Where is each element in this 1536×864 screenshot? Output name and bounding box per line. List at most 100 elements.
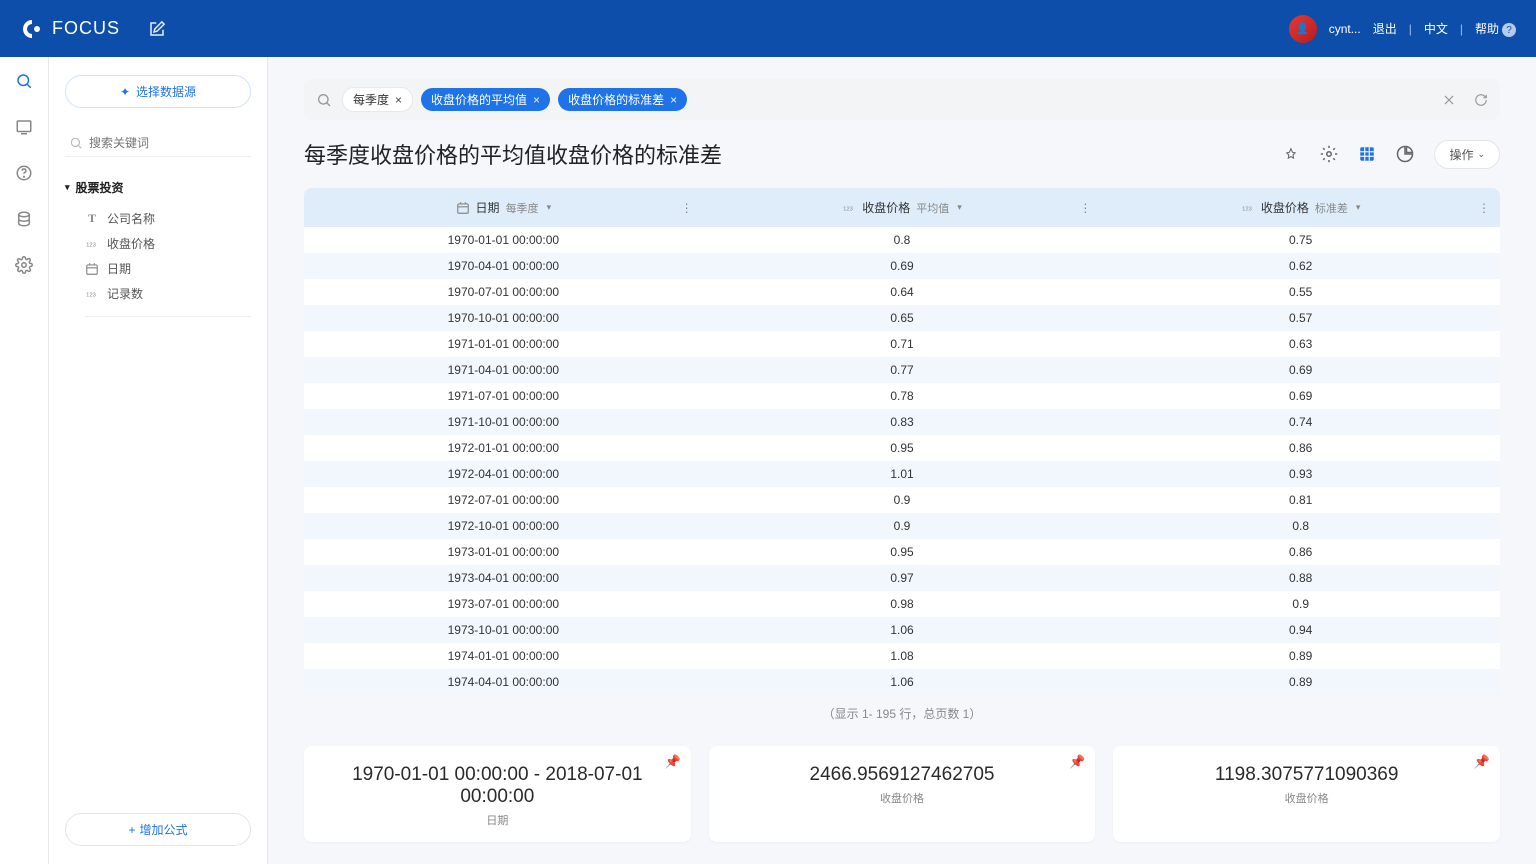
table-cell[interactable]: 0.9 bbox=[703, 513, 1102, 539]
table-cell[interactable]: 0.69 bbox=[1101, 383, 1500, 409]
edit-icon[interactable] bbox=[148, 20, 166, 38]
table-cell[interactable]: 1972-07-01 00:00:00 bbox=[304, 487, 703, 513]
table-cell[interactable]: 0.98 bbox=[703, 591, 1102, 617]
chip-remove-icon[interactable]: × bbox=[670, 93, 677, 107]
logo[interactable]: FOCUS bbox=[20, 17, 120, 41]
select-datasource-button[interactable]: ✦ 选择数据源 bbox=[65, 75, 251, 108]
operations-button[interactable]: 操作 ⌄ bbox=[1434, 140, 1500, 169]
rail-board-icon[interactable] bbox=[14, 117, 34, 137]
user-name[interactable]: cynt... bbox=[1329, 22, 1361, 36]
table-cell[interactable]: 1974-01-01 00:00:00 bbox=[304, 643, 703, 669]
avatar[interactable]: 👤 bbox=[1289, 15, 1317, 43]
settings-icon[interactable] bbox=[1320, 145, 1338, 163]
summary-card[interactable]: 📌1198.3075771090369收盘价格 bbox=[1113, 746, 1500, 842]
table-cell[interactable]: 1971-07-01 00:00:00 bbox=[304, 383, 703, 409]
table-cell[interactable]: 0.57 bbox=[1101, 305, 1500, 331]
table-cell[interactable]: 0.86 bbox=[1101, 539, 1500, 565]
table-cell[interactable]: 1974-04-01 00:00:00 bbox=[304, 669, 703, 695]
table-cell[interactable]: 0.95 bbox=[703, 539, 1102, 565]
summary-card[interactable]: 📌1970-01-01 00:00:00 - 2018-07-01 00:00:… bbox=[304, 746, 691, 842]
table-cell[interactable]: 1973-07-01 00:00:00 bbox=[304, 591, 703, 617]
table-cell[interactable]: 1973-04-01 00:00:00 bbox=[304, 565, 703, 591]
table-cell[interactable]: 0.75 bbox=[1101, 227, 1500, 253]
column-menu-icon[interactable]: ⋮ bbox=[1478, 201, 1490, 215]
table-cell[interactable]: 0.8 bbox=[703, 227, 1102, 253]
refresh-icon[interactable] bbox=[1474, 93, 1488, 107]
table-cell[interactable]: 1973-10-01 00:00:00 bbox=[304, 617, 703, 643]
table-cell[interactable]: 0.9 bbox=[703, 487, 1102, 513]
table-cell[interactable]: 0.69 bbox=[703, 253, 1102, 279]
pin-icon[interactable]: 📌 bbox=[1069, 754, 1085, 770]
table-cell[interactable]: 0.69 bbox=[1101, 357, 1500, 383]
table-cell[interactable]: 1973-01-01 00:00:00 bbox=[304, 539, 703, 565]
table-cell[interactable]: 0.9 bbox=[1101, 591, 1500, 617]
table-cell[interactable]: 1972-01-01 00:00:00 bbox=[304, 435, 703, 461]
pin-icon[interactable] bbox=[1282, 145, 1300, 163]
pin-icon[interactable]: 📌 bbox=[664, 754, 680, 770]
table-cell[interactable]: 0.89 bbox=[1101, 643, 1500, 669]
table-cell[interactable]: 0.63 bbox=[1101, 331, 1500, 357]
table-cell[interactable]: 0.83 bbox=[703, 409, 1102, 435]
lang-link[interactable]: 中文 bbox=[1424, 20, 1448, 37]
table-cell[interactable]: 1970-07-01 00:00:00 bbox=[304, 279, 703, 305]
tree-leaf[interactable]: 123收盘价格 bbox=[65, 231, 251, 256]
table-cell[interactable]: 0.71 bbox=[703, 331, 1102, 357]
table-cell[interactable]: 0.97 bbox=[703, 565, 1102, 591]
table-cell[interactable]: 0.81 bbox=[1101, 487, 1500, 513]
column-header[interactable]: 123收盘价格 标准差▾⋮ bbox=[1101, 188, 1500, 227]
help-link[interactable]: 帮助? bbox=[1475, 20, 1516, 38]
table-cell[interactable]: 0.89 bbox=[1101, 669, 1500, 695]
chip-remove-icon[interactable]: × bbox=[395, 93, 402, 107]
column-menu-icon[interactable]: ⋮ bbox=[1079, 201, 1091, 215]
table-cell[interactable]: 1970-10-01 00:00:00 bbox=[304, 305, 703, 331]
table-cell[interactable]: 0.95 bbox=[703, 435, 1102, 461]
logout-link[interactable]: 退出 bbox=[1373, 20, 1397, 37]
table-cell[interactable]: 0.74 bbox=[1101, 409, 1500, 435]
table-cell[interactable]: 1970-01-01 00:00:00 bbox=[304, 227, 703, 253]
table-cell[interactable]: 1.08 bbox=[703, 643, 1102, 669]
table-cell[interactable]: 1971-10-01 00:00:00 bbox=[304, 409, 703, 435]
column-menu-icon[interactable]: ⋮ bbox=[681, 201, 693, 215]
rail-data-icon[interactable] bbox=[14, 209, 34, 229]
query-chip[interactable]: 每季度× bbox=[342, 87, 413, 112]
chart-view-icon[interactable] bbox=[1396, 145, 1414, 163]
sidebar-search-input[interactable] bbox=[65, 130, 251, 157]
tree-leaf[interactable]: 123记录数 bbox=[65, 281, 251, 306]
add-formula-button[interactable]: + 增加公式 bbox=[65, 813, 251, 846]
table-cell[interactable]: 1.06 bbox=[703, 617, 1102, 643]
table-row: 1973-10-01 00:00:001.060.94 bbox=[304, 617, 1500, 643]
table-cell[interactable]: 0.62 bbox=[1101, 253, 1500, 279]
table-cell[interactable]: 0.55 bbox=[1101, 279, 1500, 305]
table-cell[interactable]: 0.93 bbox=[1101, 461, 1500, 487]
table-cell[interactable]: 1972-10-01 00:00:00 bbox=[304, 513, 703, 539]
rail-search-icon[interactable] bbox=[14, 71, 34, 91]
table-cell[interactable]: 1.06 bbox=[703, 669, 1102, 695]
rail-settings-icon[interactable] bbox=[14, 255, 34, 275]
table-cell[interactable]: 0.94 bbox=[1101, 617, 1500, 643]
table-cell[interactable]: 0.86 bbox=[1101, 435, 1500, 461]
column-header[interactable]: 123收盘价格 平均值▾⋮ bbox=[703, 188, 1102, 227]
table-cell[interactable]: 1.01 bbox=[703, 461, 1102, 487]
tree-root[interactable]: ▾ 股票投资 bbox=[65, 175, 251, 200]
table-cell[interactable]: 0.78 bbox=[703, 383, 1102, 409]
table-view-icon[interactable] bbox=[1358, 145, 1376, 163]
table-cell[interactable]: 1971-01-01 00:00:00 bbox=[304, 331, 703, 357]
table-cell[interactable]: 1970-04-01 00:00:00 bbox=[304, 253, 703, 279]
table-cell[interactable]: 0.65 bbox=[703, 305, 1102, 331]
table-cell[interactable]: 0.64 bbox=[703, 279, 1102, 305]
tree-leaf[interactable]: T公司名称 bbox=[65, 206, 251, 231]
table-cell[interactable]: 0.77 bbox=[703, 357, 1102, 383]
tree-leaf[interactable]: 日期 bbox=[65, 256, 251, 281]
table-cell[interactable]: 1971-04-01 00:00:00 bbox=[304, 357, 703, 383]
summary-card[interactable]: 📌2466.9569127462705收盘价格 bbox=[709, 746, 1096, 842]
clear-icon[interactable] bbox=[1442, 93, 1456, 107]
table-cell[interactable]: 0.8 bbox=[1101, 513, 1500, 539]
column-header[interactable]: 日期 每季度▾⋮ bbox=[304, 188, 703, 227]
chip-remove-icon[interactable]: × bbox=[533, 93, 540, 107]
query-chip[interactable]: 收盘价格的平均值× bbox=[421, 88, 550, 111]
rail-help-icon[interactable] bbox=[14, 163, 34, 183]
table-cell[interactable]: 0.88 bbox=[1101, 565, 1500, 591]
table-cell[interactable]: 1972-04-01 00:00:00 bbox=[304, 461, 703, 487]
pin-icon[interactable]: 📌 bbox=[1474, 754, 1490, 770]
query-chip[interactable]: 收盘价格的标准差× bbox=[558, 88, 687, 111]
